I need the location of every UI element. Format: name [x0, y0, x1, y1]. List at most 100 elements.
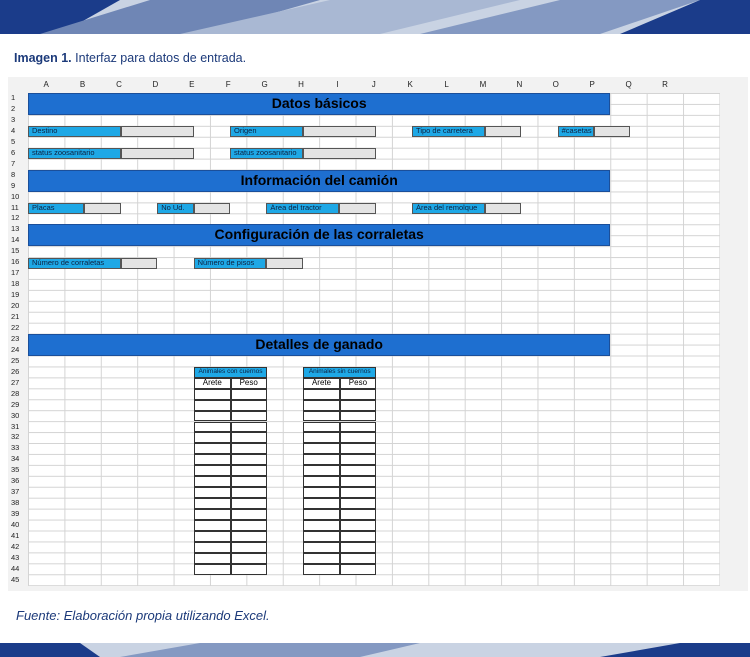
table-cell-arete[interactable]	[194, 552, 231, 564]
input-tipo-carretera[interactable]	[484, 126, 522, 138]
column-header[interactable]: B	[64, 77, 100, 93]
row-header[interactable]: 37	[8, 487, 28, 498]
row-header[interactable]: 34	[8, 454, 28, 465]
column-header[interactable]: O	[538, 77, 574, 93]
table-cell-peso[interactable]	[339, 552, 377, 564]
row-header[interactable]: 12	[8, 213, 28, 224]
table-cell-arete[interactable]	[194, 399, 231, 411]
column-header[interactable]: G	[246, 77, 282, 93]
table-cell-peso[interactable]	[230, 531, 267, 542]
table-cell-arete[interactable]	[303, 454, 340, 466]
row-header[interactable]: 14	[8, 235, 28, 246]
row-header[interactable]: 20	[8, 301, 28, 312]
row-header[interactable]: 21	[8, 312, 28, 323]
table-cell-arete[interactable]	[194, 410, 231, 422]
row-header[interactable]: 8	[8, 170, 28, 181]
table-cell-arete[interactable]	[303, 421, 340, 433]
table-cell-peso[interactable]	[339, 563, 377, 575]
table-cell-peso[interactable]	[230, 443, 267, 455]
table-cell-peso[interactable]	[230, 520, 267, 531]
column-header[interactable]: C	[101, 77, 137, 93]
row-header[interactable]: 45	[8, 575, 28, 586]
table-cell-arete[interactable]	[194, 476, 231, 488]
row-header[interactable]: 16	[8, 257, 28, 268]
input-area-remolque[interactable]	[484, 203, 522, 214]
table-cell-arete[interactable]	[194, 563, 231, 575]
row-header[interactable]: 35	[8, 465, 28, 476]
row-header[interactable]: 4	[8, 126, 28, 137]
row-header[interactable]: 41	[8, 531, 28, 542]
table-cell-arete[interactable]	[194, 421, 231, 433]
column-header[interactable]: E	[174, 77, 210, 93]
row-header[interactable]: 36	[8, 476, 28, 487]
column-header[interactable]: Q	[610, 77, 646, 93]
table-cell-arete[interactable]	[194, 509, 231, 521]
table-cell-arete[interactable]	[303, 541, 340, 553]
table-cell-peso[interactable]	[230, 541, 267, 553]
input-num-corraletas[interactable]	[120, 257, 158, 269]
table-cell-arete[interactable]	[194, 465, 231, 477]
row-header[interactable]: 19	[8, 290, 28, 301]
column-header[interactable]: K	[392, 77, 428, 93]
table-cell-arete[interactable]	[194, 487, 231, 499]
table-cell-arete[interactable]	[303, 399, 340, 411]
row-header[interactable]: 18	[8, 279, 28, 290]
table-cell-arete[interactable]	[303, 432, 340, 444]
table-cell-arete[interactable]	[303, 476, 340, 488]
table-cell-peso[interactable]	[339, 541, 377, 553]
table-cell-peso[interactable]	[230, 399, 267, 411]
table-cell-arete[interactable]	[194, 443, 231, 455]
row-header[interactable]: 24	[8, 345, 28, 356]
row-header[interactable]: 10	[8, 192, 28, 203]
table-cell-peso[interactable]	[230, 465, 267, 477]
input-area-tractor[interactable]	[339, 203, 376, 214]
table-cell-arete[interactable]	[303, 388, 340, 400]
row-header[interactable]: 2	[8, 104, 28, 115]
table-cell-arete[interactable]	[194, 531, 231, 542]
row-header[interactable]: 30	[8, 411, 28, 422]
table-cell-peso[interactable]	[339, 465, 377, 477]
column-header[interactable]: A	[28, 77, 64, 93]
column-header[interactable]: M	[465, 77, 501, 93]
table-cell-peso[interactable]	[339, 476, 377, 488]
row-header[interactable]: 40	[8, 520, 28, 531]
row-header[interactable]: 28	[8, 389, 28, 400]
table-cell-arete[interactable]	[194, 520, 231, 531]
table-cell-arete[interactable]	[194, 498, 231, 510]
column-header[interactable]: L	[428, 77, 464, 93]
table-cell-peso[interactable]	[339, 399, 377, 411]
row-header[interactable]: 23	[8, 334, 28, 345]
column-header[interactable]: F	[210, 77, 246, 93]
table-cell-arete[interactable]	[303, 498, 340, 510]
table-cell-peso[interactable]	[339, 520, 377, 531]
table-cell-peso[interactable]	[230, 509, 267, 521]
table-cell-peso[interactable]	[339, 410, 377, 422]
table-cell-arete[interactable]	[303, 443, 340, 455]
column-header[interactable]: N	[501, 77, 537, 93]
row-header[interactable]: 32	[8, 432, 28, 443]
input-no-ud[interactable]	[193, 203, 230, 214]
row-header[interactable]: 26	[8, 367, 28, 378]
input-status-zoo-1[interactable]	[120, 148, 194, 160]
row-header[interactable]: 7	[8, 159, 28, 170]
column-header[interactable]: D	[137, 77, 173, 93]
table-cell-arete[interactable]	[303, 552, 340, 564]
row-header[interactable]: 33	[8, 443, 28, 454]
table-cell-peso[interactable]	[339, 432, 377, 444]
row-header[interactable]: 9	[8, 181, 28, 192]
row-header[interactable]: 38	[8, 498, 28, 509]
table-cell-peso[interactable]	[339, 421, 377, 433]
table-cell-peso[interactable]	[230, 388, 267, 400]
table-cell-peso[interactable]	[339, 498, 377, 510]
table-cell-peso[interactable]	[230, 563, 267, 575]
row-header[interactable]: 6	[8, 148, 28, 159]
row-header[interactable]: 42	[8, 542, 28, 553]
table-cell-peso[interactable]	[339, 454, 377, 466]
input-destino[interactable]	[120, 126, 194, 138]
row-header[interactable]: 25	[8, 356, 28, 367]
row-header[interactable]: 1	[8, 93, 28, 104]
table-cell-peso[interactable]	[230, 432, 267, 444]
table-cell-arete[interactable]	[194, 432, 231, 444]
column-header[interactable]: I	[319, 77, 355, 93]
column-header[interactable]: H	[283, 77, 319, 93]
